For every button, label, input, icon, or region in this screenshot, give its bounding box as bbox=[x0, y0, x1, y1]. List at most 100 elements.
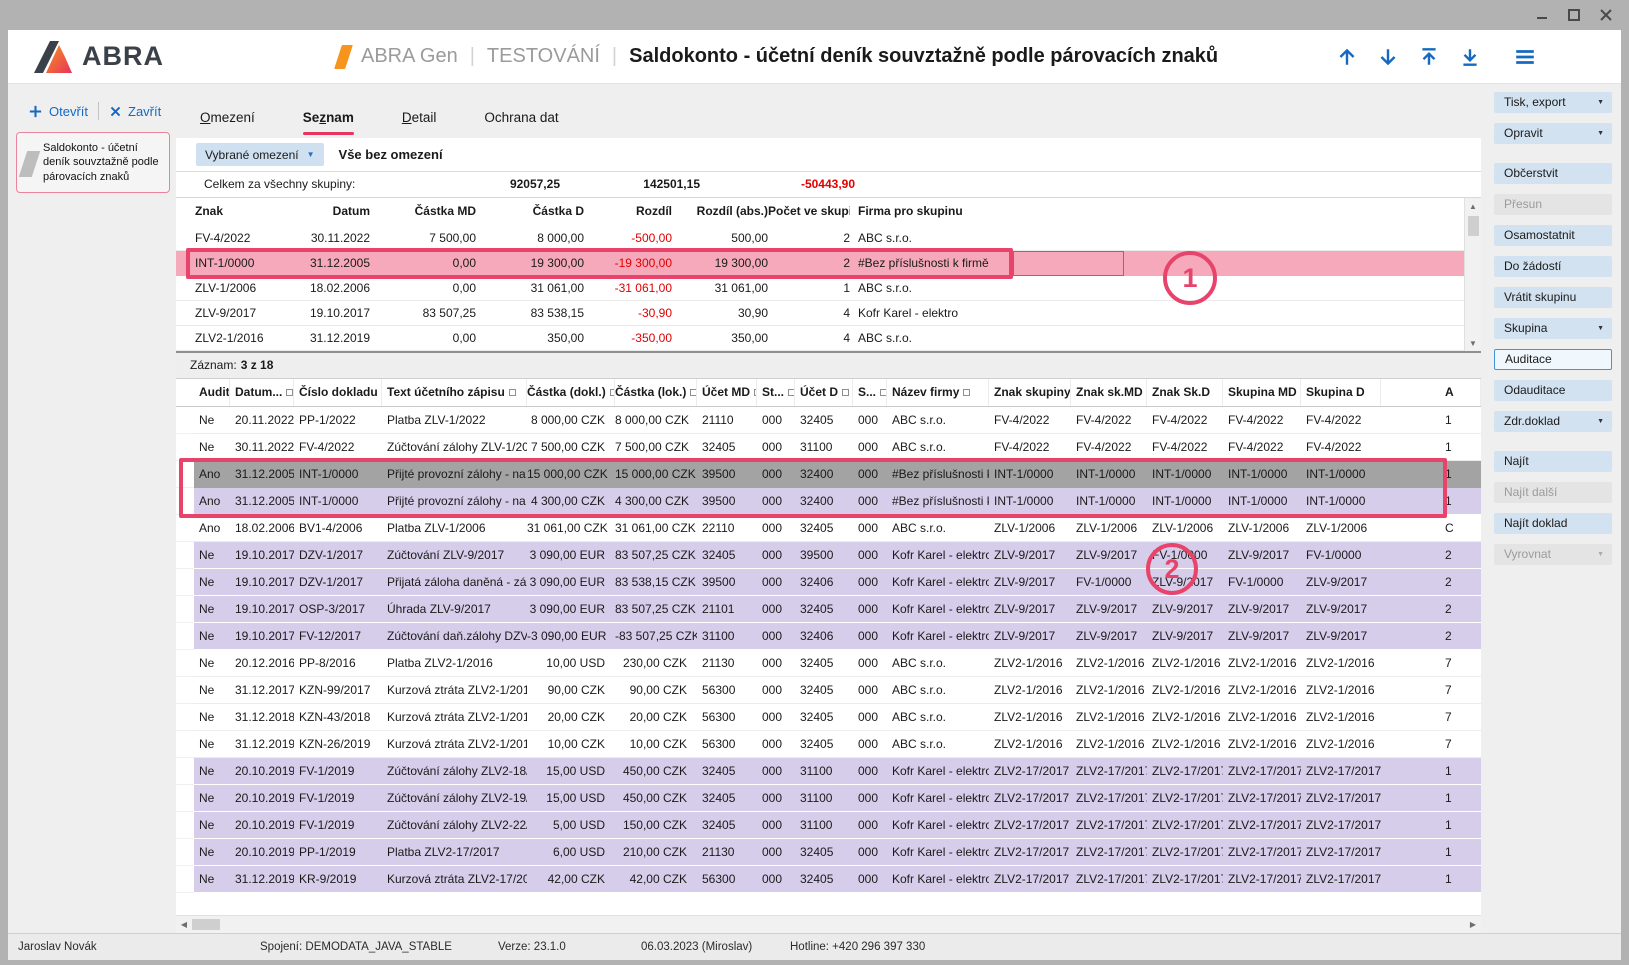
lower-column-header[interactable]: S... bbox=[853, 379, 887, 406]
table-row[interactable]: Ne19.10.2017FV-12/2017Zúčtování daň.zálo… bbox=[176, 623, 1481, 650]
naj-t-doklad-button[interactable]: Najít doklad bbox=[1494, 513, 1612, 534]
table-row[interactable]: Ne19.10.2017DZV-1/2017Zúčtování ZLV-9/20… bbox=[176, 542, 1481, 569]
upper-column-header[interactable]: Firma pro skupinu bbox=[850, 198, 1464, 226]
table-row[interactable]: INT-1/000031.12.20050,0019 300,00-19 300… bbox=[176, 251, 1464, 276]
vr-tit-skupinu-button[interactable]: Vrátit skupinu bbox=[1494, 287, 1612, 308]
minimize-icon[interactable] bbox=[1533, 7, 1551, 23]
table-row[interactable]: Ne20.12.2016PP-8/2016Platba ZLV2-1/20161… bbox=[176, 650, 1481, 677]
upper-column-header[interactable]: Datum bbox=[295, 198, 370, 226]
upper-table-scrollbar[interactable]: ▲ ▼ bbox=[1464, 198, 1481, 351]
arrow-to-top-icon[interactable] bbox=[1417, 45, 1441, 69]
tisk-export-button[interactable]: Tisk, export▼ bbox=[1494, 92, 1612, 113]
lower-column-header[interactable]: Datum... bbox=[230, 379, 294, 406]
lower-column-header[interactable]: Částka (lok.) bbox=[615, 379, 697, 406]
zdr-doklad-button[interactable]: Zdr.doklad▼ bbox=[1494, 411, 1612, 432]
upper-column-header[interactable]: Počet ve skupině bbox=[768, 198, 850, 226]
cell: FV-1/2019 bbox=[294, 812, 382, 838]
cell: 32405 bbox=[795, 650, 853, 676]
column-filter-icon[interactable] bbox=[286, 389, 293, 396]
table-row[interactable]: ZLV-9/201719.10.201783 507,2583 538,15-3… bbox=[176, 301, 1464, 326]
table-row[interactable]: Ne20.10.2019FV-1/2019Zúčtování zálohy ZL… bbox=[176, 812, 1481, 839]
lower-column-header[interactable]: Účet MD bbox=[697, 379, 757, 406]
osamostatnit-button[interactable]: Osamostatnit bbox=[1494, 225, 1612, 246]
lower-column-header[interactable]: Audit bbox=[194, 379, 230, 406]
ob-erstvit-button[interactable]: Občerstvit bbox=[1494, 163, 1612, 184]
lower-column-header[interactable]: Znak sk.MD bbox=[1071, 379, 1147, 406]
arrow-down-icon[interactable] bbox=[1376, 45, 1400, 69]
upper-column-header[interactable]: Rozdíl (abs.) bbox=[672, 198, 768, 226]
cell: FV-4/2022 bbox=[989, 407, 1071, 433]
table-row[interactable]: Ne20.10.2019FV-1/2019Zúčtování zálohy ZL… bbox=[176, 785, 1481, 812]
table-row[interactable]: Ne20.10.2019FV-1/2019Zúčtování zálohy ZL… bbox=[176, 758, 1481, 785]
table-row[interactable]: Ano31.12.2005INT-1/0000Přijté provozní z… bbox=[176, 488, 1481, 515]
cell: 4 bbox=[768, 301, 850, 325]
table-row[interactable]: FV-4/202230.11.20227 500,008 000,00-500,… bbox=[176, 226, 1464, 251]
maximize-icon[interactable] bbox=[1565, 7, 1583, 23]
cell: 31.12.2005 bbox=[230, 488, 294, 514]
lower-column-header[interactable]: Skupina MD bbox=[1223, 379, 1301, 406]
auditace-button[interactable]: Auditace bbox=[1494, 349, 1612, 370]
tab-seznam[interactable]: Seznam bbox=[303, 96, 354, 138]
arrow-to-bottom-icon[interactable] bbox=[1458, 45, 1482, 69]
upper-column-header[interactable]: Rozdíl bbox=[584, 198, 672, 226]
restriction-dropdown[interactable]: Vybrané omezení ▼ bbox=[196, 143, 324, 166]
column-filter-icon[interactable] bbox=[880, 389, 887, 396]
column-filter-icon[interactable] bbox=[963, 389, 970, 396]
column-filter-icon[interactable] bbox=[842, 389, 849, 396]
table-row[interactable]: Ne31.12.2018KZN-43/2018Kurzová ztráta ZL… bbox=[176, 704, 1481, 731]
column-filter-icon[interactable] bbox=[509, 389, 516, 396]
tab-omezen[interactable]: Omezení bbox=[200, 96, 255, 138]
lower-column-header[interactable]: Částka (dokl.) bbox=[527, 379, 615, 406]
lower-column-header[interactable]: Skupina D bbox=[1301, 379, 1381, 406]
opravit-button[interactable]: Opravit▼ bbox=[1494, 123, 1612, 144]
table-row[interactable]: Ne31.12.2019KR-9/2019Kurzová ztráta ZLV2… bbox=[176, 866, 1481, 893]
naj-t-button[interactable]: Najít bbox=[1494, 451, 1612, 472]
close-icon[interactable] bbox=[1597, 7, 1615, 23]
hscroll-thumb[interactable] bbox=[192, 919, 220, 930]
lower-column-header[interactable]: A bbox=[1381, 379, 1481, 406]
upper-column-header[interactable]: Znak bbox=[176, 198, 295, 226]
upper-column-header[interactable]: Částka MD bbox=[370, 198, 476, 226]
cell: 31100 bbox=[697, 623, 757, 649]
scroll-up-icon[interactable]: ▲ bbox=[1465, 198, 1481, 214]
hamburger-menu-icon[interactable] bbox=[1513, 45, 1537, 69]
close-task-button[interactable]: Zavřít bbox=[109, 104, 161, 119]
cell: 000 bbox=[853, 596, 887, 622]
table-row[interactable]: Ne20.11.2022PP-1/2022Platba ZLV-1/20228 … bbox=[176, 407, 1481, 434]
table-row[interactable]: Ne19.10.2017OSP-3/2017Úhrada ZLV-9/20173… bbox=[176, 596, 1481, 623]
tab-ochrana-dat[interactable]: Ochrana dat bbox=[484, 96, 558, 138]
lower-column-header[interactable]: Text účetního zápisu bbox=[382, 379, 527, 406]
scroll-down-icon[interactable]: ▼ bbox=[1465, 335, 1481, 351]
scroll-thumb[interactable] bbox=[1468, 216, 1479, 236]
tab-detail[interactable]: Detail bbox=[402, 96, 437, 138]
arrow-up-icon[interactable] bbox=[1335, 45, 1359, 69]
table-row[interactable]: Ano18.02.2006BV1-4/2006Platba ZLV-1/2006… bbox=[176, 515, 1481, 542]
cell: ZLV2-1/2016 bbox=[989, 704, 1071, 730]
table-row[interactable]: Ne30.11.2022FV-4/2022Zúčtování zálohy ZL… bbox=[176, 434, 1481, 461]
lower-column-header[interactable]: Číslo dokladu bbox=[294, 379, 382, 406]
table-row[interactable]: ZLV2-1/201631.12.20190,00350,00-350,0035… bbox=[176, 326, 1464, 351]
lower-column-header[interactable]: Znak skupiny bbox=[989, 379, 1071, 406]
table-row[interactable]: Ne20.10.2019PP-1/2019Platba ZLV2-17/2017… bbox=[176, 839, 1481, 866]
do-dost-button[interactable]: Do žádostí bbox=[1494, 256, 1612, 277]
table-row[interactable]: Ne31.12.2019KZN-26/2019Kurzová ztráta ZL… bbox=[176, 731, 1481, 758]
lower-column-header[interactable]: Název firmy bbox=[887, 379, 989, 406]
table-row[interactable]: ZLV-1/200618.02.20060,0031 061,00-31 061… bbox=[176, 276, 1464, 301]
table-row[interactable]: Ano31.12.2005INT-1/0000Přijté provozní z… bbox=[176, 461, 1481, 488]
table-row[interactable]: Ne31.12.2017KZN-99/2017Kurzová ztráta ZL… bbox=[176, 677, 1481, 704]
open-button[interactable]: Otevřít bbox=[28, 104, 88, 119]
task-card[interactable]: Saldokonto - účetní deník souvztažně pod… bbox=[16, 132, 170, 193]
skupina-button[interactable]: Skupina▼ bbox=[1494, 318, 1612, 339]
lower-column-header[interactable]: St... bbox=[757, 379, 795, 406]
odauditace-button[interactable]: Odauditace bbox=[1494, 380, 1612, 401]
lower-column-header[interactable]: Znak Sk.D bbox=[1147, 379, 1223, 406]
scroll-right-icon[interactable]: ▶ bbox=[1465, 916, 1481, 933]
column-filter-icon[interactable] bbox=[788, 389, 795, 396]
column-filter-icon[interactable] bbox=[690, 389, 697, 396]
scroll-left-icon[interactable]: ◀ bbox=[176, 916, 192, 933]
upper-column-header[interactable]: Částka D bbox=[476, 198, 584, 226]
button-label: Vrátit skupinu bbox=[1504, 290, 1576, 304]
lower-column-header[interactable]: Účet D bbox=[795, 379, 853, 406]
lower-table-hscrollbar[interactable]: ◀ ▶ bbox=[176, 915, 1481, 933]
table-row[interactable]: Ne19.10.2017DZV-1/2017Přijatá záloha dan… bbox=[176, 569, 1481, 596]
